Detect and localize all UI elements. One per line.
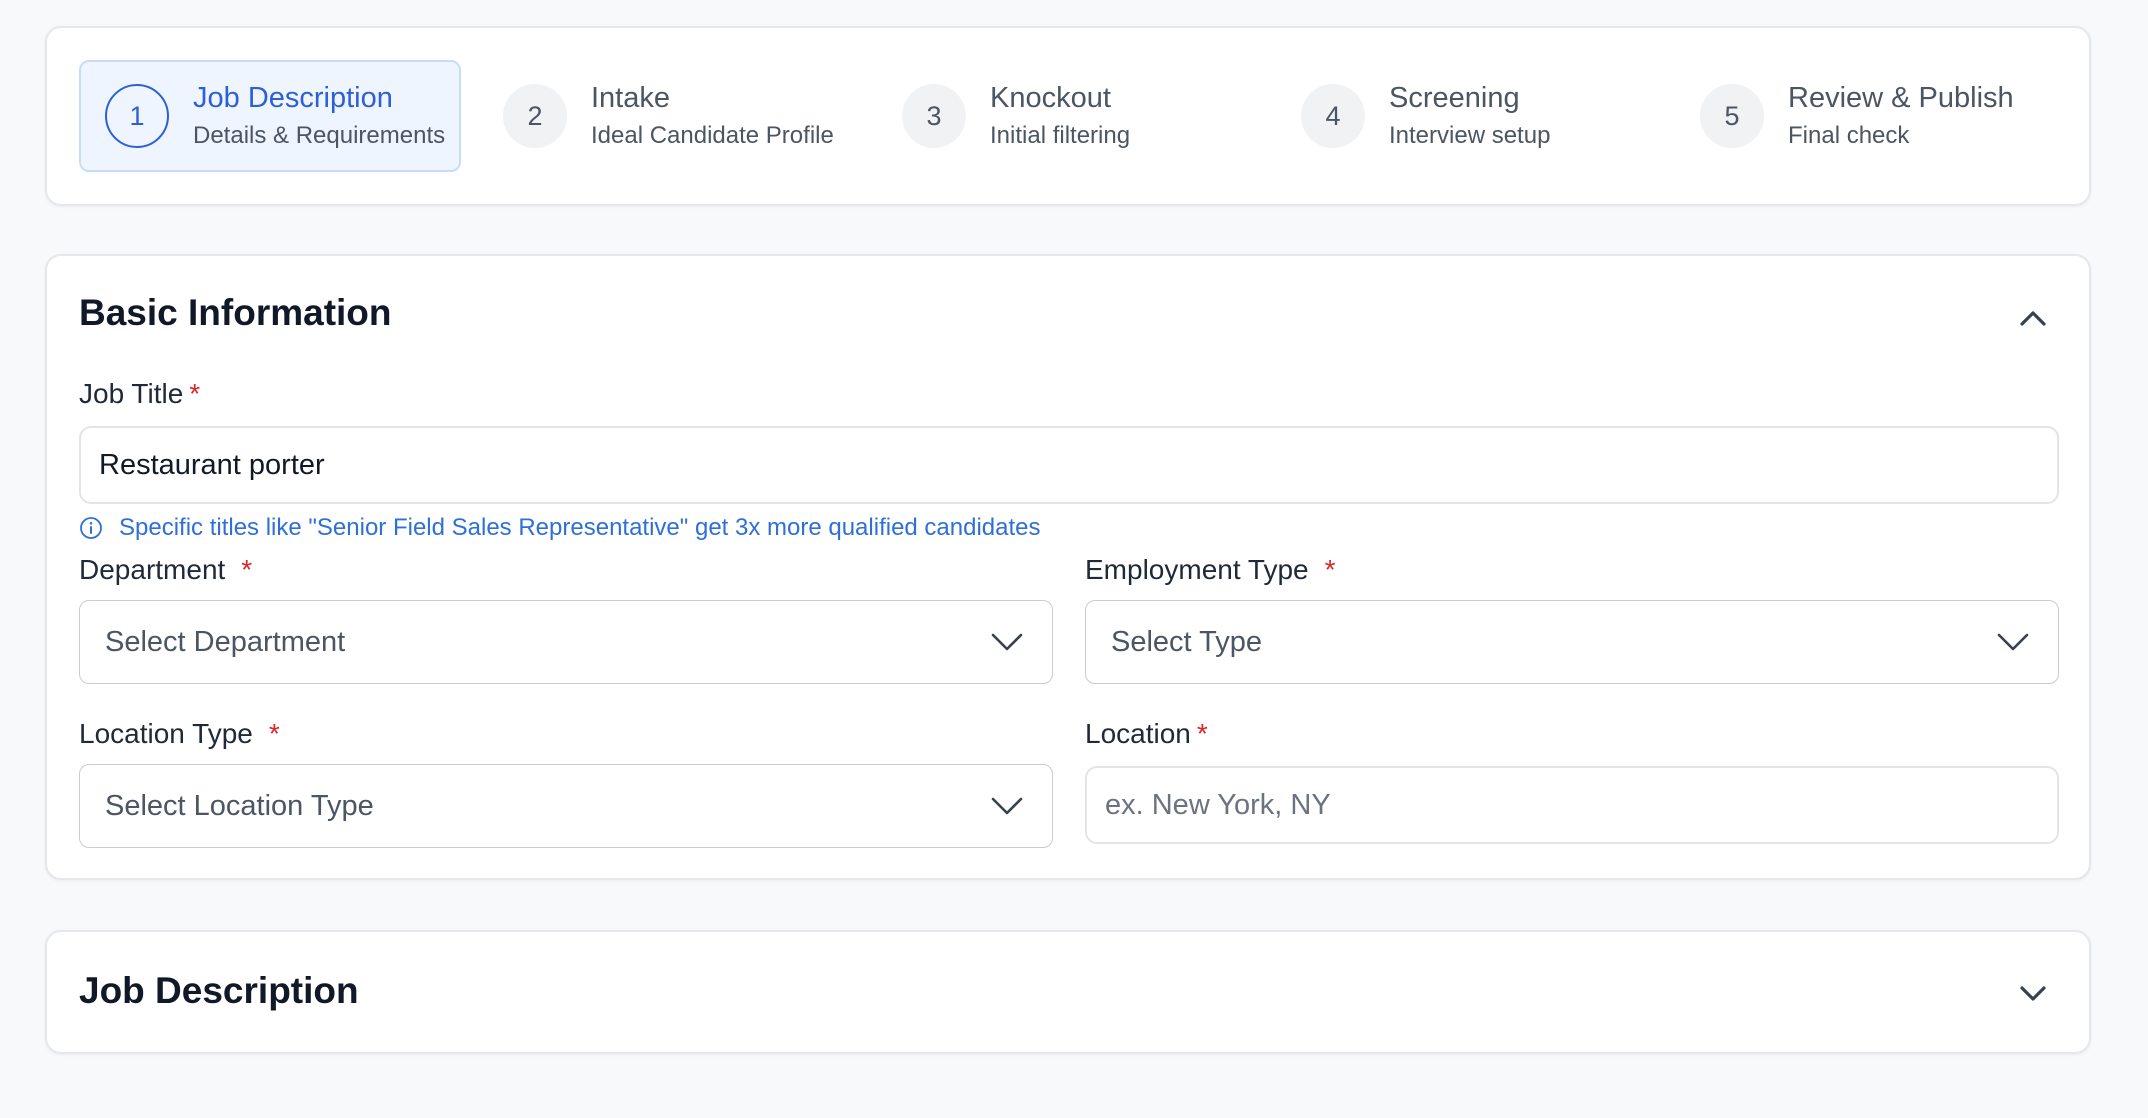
- expand-section-button[interactable]: [2013, 974, 2053, 1014]
- chevron-down-icon: [991, 797, 1023, 815]
- step-number: 1: [105, 84, 169, 148]
- step-title: Knockout: [990, 82, 1111, 114]
- step-title: Screening: [1389, 82, 1520, 114]
- step-number: 3: [902, 84, 966, 148]
- job-description-section[interactable]: Job Description: [45, 930, 2091, 1054]
- step-title: Intake: [591, 82, 670, 114]
- location-label: Location *: [1085, 718, 1208, 749]
- step-subtitle: Details & Requirements: [193, 122, 446, 149]
- location-input[interactable]: [1085, 766, 2059, 844]
- required-asterisk: *: [241, 554, 253, 585]
- progress-stepper: 1 Job Description Details & Requirements…: [45, 26, 2091, 206]
- section-title: Job Description: [79, 970, 359, 1011]
- required-asterisk: *: [1324, 554, 1336, 585]
- job-title-hint: Specific titles like "Senior Field Sales…: [79, 514, 1041, 542]
- step-subtitle: Initial filtering: [990, 122, 1131, 149]
- required-asterisk: *: [1196, 718, 1208, 749]
- section-title: Basic Information: [79, 292, 392, 333]
- basic-information-section: Basic Information Job Title* Specific ti…: [45, 254, 2091, 880]
- step-screening[interactable]: 4 Screening Interview setup: [1277, 60, 1657, 172]
- department-label: Department *: [79, 554, 253, 585]
- step-subtitle: Ideal Candidate Profile: [591, 122, 834, 149]
- location-type-select[interactable]: Select Location Type: [79, 764, 1053, 848]
- step-subtitle: Interview setup: [1389, 122, 1551, 149]
- hint-text: Specific titles like "Senior Field Sales…: [119, 514, 1041, 541]
- location-type-label: Location Type *: [79, 718, 280, 749]
- job-title-label: Job Title *: [79, 378, 201, 409]
- chevron-down-icon: [1997, 633, 2029, 651]
- step-number: 4: [1301, 84, 1365, 148]
- required-asterisk: *: [189, 378, 201, 409]
- step-job-description[interactable]: 1 Job Description Details & Requirements: [79, 60, 461, 172]
- step-title: Review & Publish: [1788, 82, 2014, 114]
- department-placeholder: Select Department: [105, 625, 346, 658]
- step-number: 2: [503, 84, 567, 148]
- employment-type-label: Employment Type *: [1085, 554, 1336, 585]
- info-icon: [80, 517, 102, 539]
- location-type-placeholder: Select Location Type: [105, 789, 374, 822]
- chevron-down-icon: [2020, 986, 2046, 1001]
- employment-type-select[interactable]: Select Type: [1085, 600, 2059, 684]
- step-subtitle: Final check: [1788, 122, 1910, 149]
- step-knockout[interactable]: 3 Knockout Initial filtering: [878, 60, 1258, 172]
- chevron-up-icon: [2020, 311, 2046, 326]
- department-select[interactable]: Select Department: [79, 600, 1053, 684]
- step-intake[interactable]: 2 Intake Ideal Candidate Profile: [479, 60, 859, 172]
- employment-type-placeholder: Select Type: [1111, 625, 1263, 658]
- chevron-down-icon: [991, 633, 1023, 651]
- step-review-publish[interactable]: 5 Review & Publish Final check: [1676, 60, 2066, 172]
- step-title: Job Description: [193, 82, 393, 114]
- required-asterisk: *: [268, 718, 280, 749]
- collapse-section-button[interactable]: [2013, 298, 2053, 338]
- job-title-input[interactable]: [79, 426, 2059, 504]
- step-number: 5: [1700, 84, 1764, 148]
